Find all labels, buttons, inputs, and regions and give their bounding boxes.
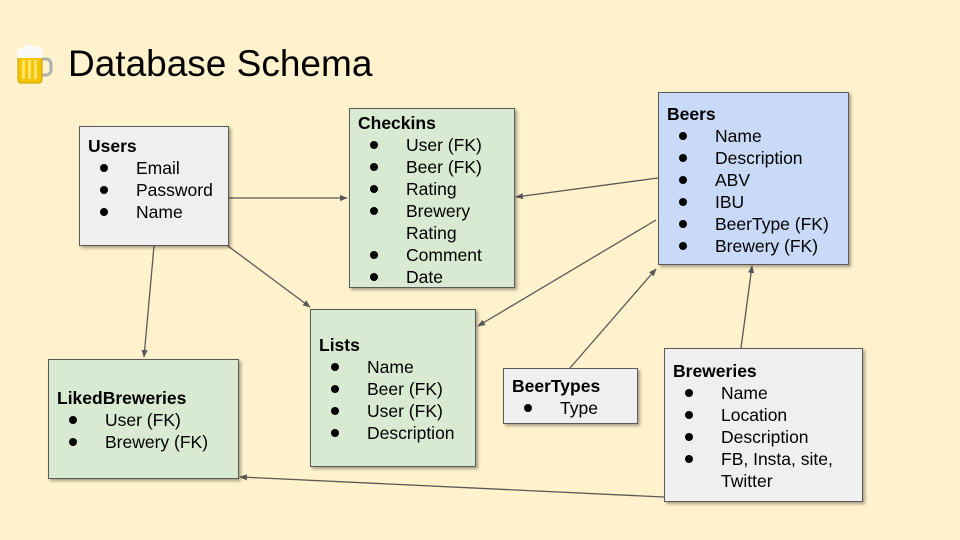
link-users-likedbreweries — [141, 245, 155, 358]
field: Name — [673, 382, 854, 404]
table-name: Lists — [319, 335, 360, 355]
field: Type — [512, 397, 629, 419]
beer-mug-icon — [14, 42, 54, 86]
field: Comment — [358, 244, 506, 266]
link-beers-checkins — [515, 177, 659, 200]
slide-title: Database Schema — [14, 40, 372, 88]
field: Location — [673, 404, 854, 426]
field: ABV — [667, 169, 840, 191]
table-beertypes: BeerTypes Type — [503, 368, 638, 424]
link-beertypes-beers — [569, 268, 657, 369]
field: Brewery (FK) — [57, 431, 230, 453]
link-breweries-beers — [740, 265, 755, 349]
field: Beer (FK) — [358, 156, 506, 178]
table-lists: Lists Name Beer (FK) User (FK) Descripti… — [310, 309, 476, 467]
table-users: Users Email Password Name — [79, 126, 229, 246]
field: Name — [88, 201, 220, 223]
table-beers: Beers Name Description ABV IBU BeerType … — [658, 92, 849, 265]
table-name: Beers — [667, 104, 716, 124]
field: Email — [88, 157, 220, 179]
field: Brewery — [358, 200, 506, 222]
slide-title-text: Database Schema — [68, 43, 373, 84]
field-continuation: Twitter — [721, 471, 773, 491]
field: IBU — [667, 191, 840, 213]
field: User (FK) — [319, 400, 467, 422]
table-likedbreweries: LikedBreweries User (FK) Brewery (FK) — [48, 359, 239, 479]
table-name: LikedBreweries — [57, 388, 187, 408]
table-breweries: Breweries Name Location Description FB, … — [664, 348, 863, 502]
table-name: BeerTypes — [512, 376, 601, 396]
field: Brewery (FK) — [667, 235, 840, 257]
table-name: Users — [88, 136, 137, 156]
table-name: Breweries — [673, 361, 757, 381]
field: Description — [319, 422, 467, 444]
link-users-lists — [227, 245, 311, 308]
field-continuation: Rating — [406, 223, 457, 243]
field: FB, Insta, site, — [673, 448, 854, 470]
link-breweries-likedbreweries — [239, 474, 665, 498]
field: Rating — [358, 178, 506, 200]
table-checkins: Checkins User (FK) Beer (FK) Rating Brew… — [349, 108, 515, 288]
field: Description — [667, 147, 840, 169]
field: Description — [673, 426, 854, 448]
field: Date — [358, 266, 506, 288]
field: BeerType (FK) — [667, 213, 840, 235]
field: Name — [667, 125, 840, 147]
field: Name — [319, 356, 467, 378]
field: User (FK) — [358, 134, 506, 156]
field: Beer (FK) — [319, 378, 467, 400]
field: Password — [88, 179, 220, 201]
table-name: Checkins — [358, 113, 436, 133]
field: User (FK) — [57, 409, 230, 431]
